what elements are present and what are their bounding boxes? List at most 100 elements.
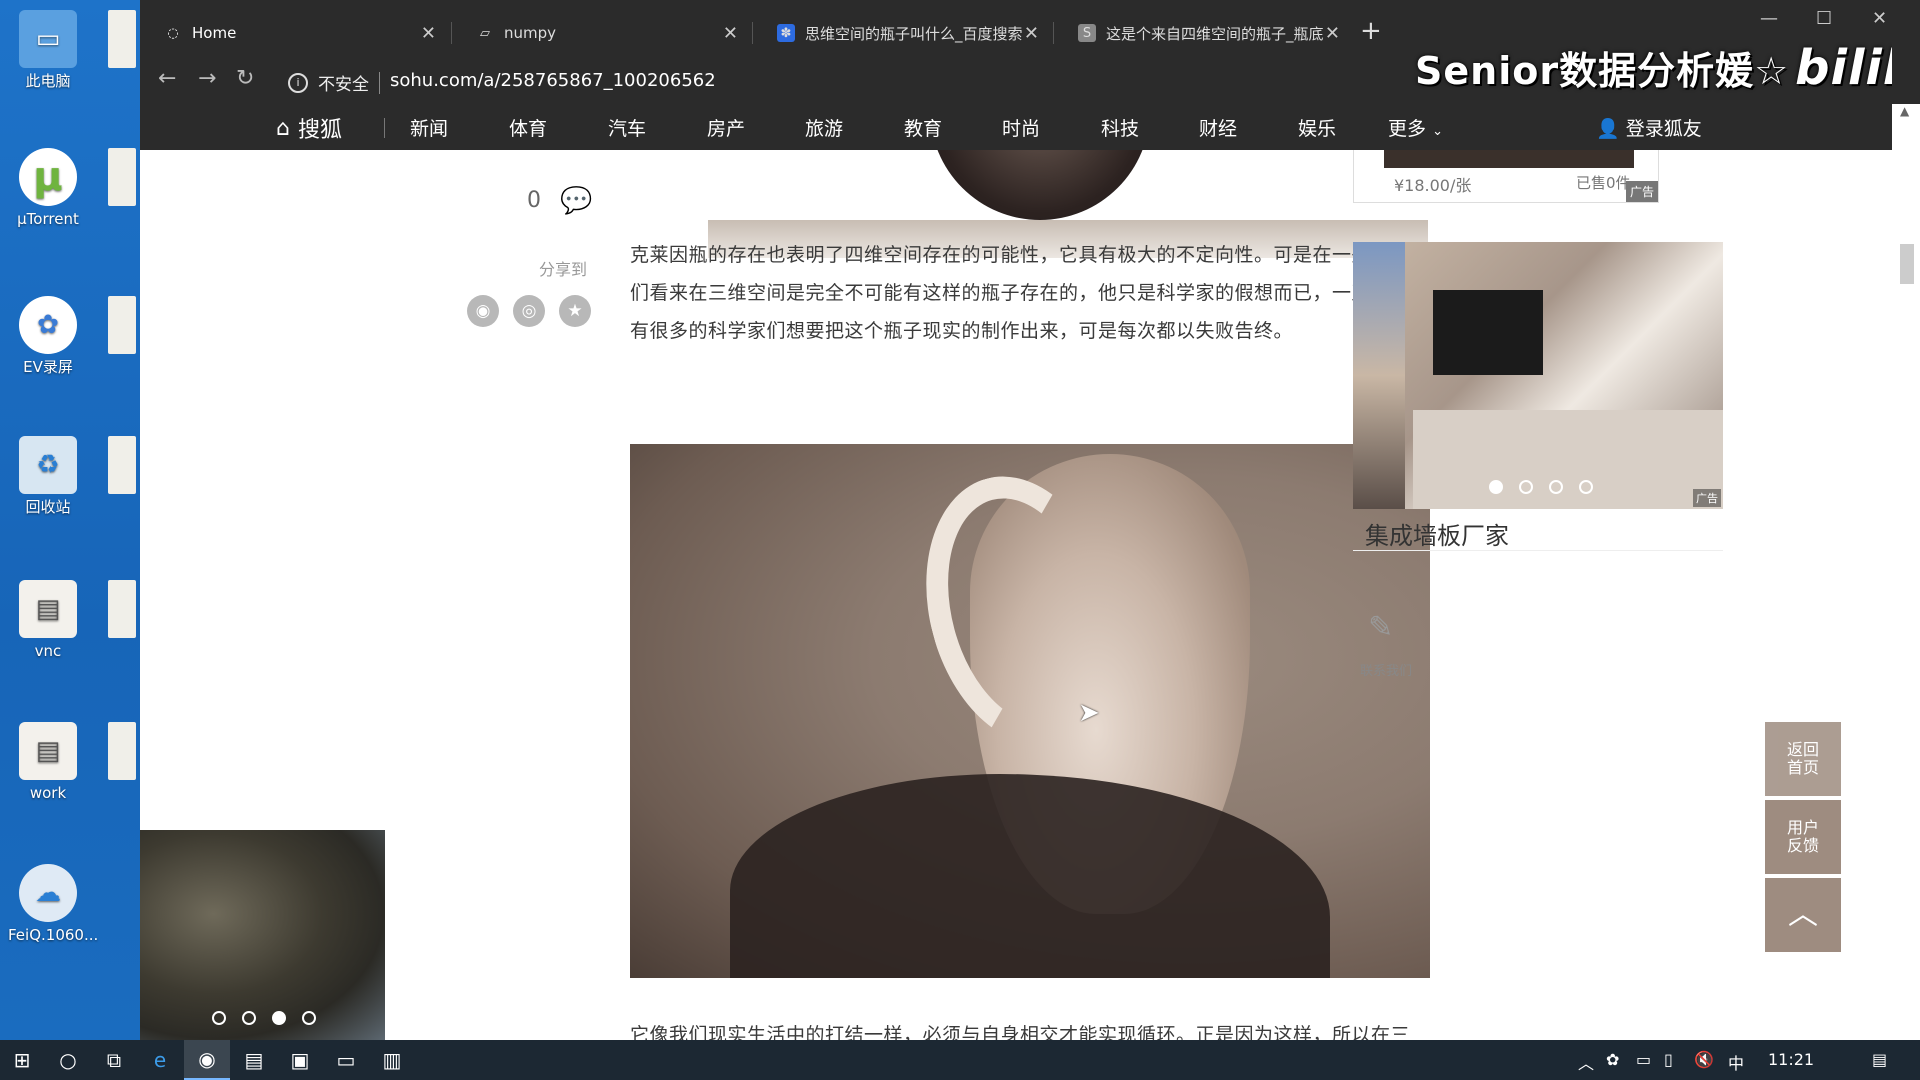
hand-shape xyxy=(730,774,1330,978)
desktop-icon-work[interactable]: ▤ work xyxy=(8,722,88,802)
sohu-logo[interactable]: ⌂ 搜狐 xyxy=(276,112,342,144)
loading-icon: ◌ xyxy=(167,25,179,41)
notification-icon[interactable]: ▤ xyxy=(1872,1050,1887,1069)
carousel-dot[interactable] xyxy=(1549,480,1563,494)
app-tray-icon[interactable]: ✿ xyxy=(1606,1050,1619,1069)
chevron-up-icon[interactable]: ︿ xyxy=(1578,1050,1594,1074)
feedback-button[interactable]: 用户 反馈 xyxy=(1765,800,1841,874)
carousel-dot[interactable] xyxy=(272,1011,286,1025)
close-window-icon[interactable]: ✕ xyxy=(1872,8,1887,29)
battery-icon[interactable]: ▭ xyxy=(1636,1050,1651,1069)
ad-product-card[interactable]: ¥18.00/张 已售0件 广告 xyxy=(1353,150,1659,203)
close-icon[interactable]: ✕ xyxy=(1325,23,1340,44)
login-button[interactable]: 👤 登录狐友 xyxy=(1596,114,1702,141)
weibo-share-icon[interactable]: ◉ xyxy=(467,295,499,327)
new-tab-button[interactable]: + xyxy=(1360,16,1382,46)
desktop-icon-recycle-bin[interactable]: ♻ 回收站 xyxy=(8,436,88,516)
close-icon[interactable]: ✕ xyxy=(1024,23,1039,44)
carousel-dot[interactable] xyxy=(1519,480,1533,494)
search-icon[interactable]: ○ xyxy=(46,1040,90,1080)
maximize-icon[interactable]: ☐ xyxy=(1816,8,1832,29)
desktop-icon-partial[interactable] xyxy=(100,436,140,498)
carousel-dot[interactable] xyxy=(302,1011,316,1025)
scroll-up-arrow-icon[interactable]: ▲ xyxy=(1900,104,1909,118)
desktop-icon-utorrent[interactable]: µ µTorrent xyxy=(8,148,88,228)
notepad-icon[interactable]: ▥ xyxy=(370,1040,414,1080)
tab-baidu-search[interactable]: ✽ 思维空间的瓶子叫什么_百度搜索 ✕ xyxy=(753,14,1053,52)
nav-item-fashion[interactable]: 时尚 xyxy=(1002,114,1040,141)
nav-item-house[interactable]: 房产 xyxy=(707,114,745,141)
tab-numpy[interactable]: ▱ numpy ✕ xyxy=(452,14,752,52)
windows-start-icon[interactable]: ⊞ xyxy=(0,1040,44,1080)
volume-mute-icon[interactable]: 🔇 xyxy=(1694,1050,1714,1069)
back-to-top-button[interactable]: ︿ xyxy=(1765,878,1841,952)
carousel-dot[interactable] xyxy=(1579,480,1593,494)
nav-item-sports[interactable]: 体育 xyxy=(509,114,547,141)
nav-item-education[interactable]: 教育 xyxy=(904,114,942,141)
nav-item-entertainment[interactable]: 娱乐 xyxy=(1298,114,1336,141)
tab-label: numpy xyxy=(504,24,557,42)
bilibili-logo: bilibili xyxy=(1795,40,1892,96)
desktop-icon-vnc[interactable]: ▤ vnc xyxy=(8,580,88,660)
desktop-icon-partial[interactable] xyxy=(100,722,140,784)
window-edge xyxy=(1892,0,1920,104)
nav-item-tech[interactable]: 科技 xyxy=(1101,114,1139,141)
carousel-dot[interactable] xyxy=(242,1011,256,1025)
minimize-icon[interactable]: — xyxy=(1760,8,1778,29)
share-label: 分享到 xyxy=(539,260,588,279)
close-icon[interactable]: ✕ xyxy=(421,23,436,44)
nav-item-travel[interactable]: 旅游 xyxy=(805,114,843,141)
edit-contact-icon[interactable]: ✎ xyxy=(1368,610,1393,645)
site-info-button[interactable]: i 不安全 xyxy=(288,70,390,95)
back-arrow-icon[interactable]: ← xyxy=(158,66,176,91)
desktop-icon-ev-recorder[interactable]: ✿ EV录屏 xyxy=(8,296,88,376)
desktop-icon-partial[interactable] xyxy=(100,296,140,358)
scrollbar-thumb[interactable] xyxy=(1900,244,1914,284)
carousel-dot[interactable] xyxy=(1489,480,1503,494)
tab-sohu-article[interactable]: S 这是个来自四维空间的瓶子_瓶底 ✕ xyxy=(1054,14,1354,52)
network-icon[interactable]: ▯ xyxy=(1664,1050,1673,1069)
desktop-icon-partial[interactable] xyxy=(100,10,140,72)
file-explorer-icon[interactable]: ▤ xyxy=(232,1040,276,1080)
nav-more-label: 更多 xyxy=(1388,118,1427,140)
edge-browser-icon[interactable]: e xyxy=(138,1040,182,1080)
nav-item-news[interactable]: 新闻 xyxy=(410,114,448,141)
nav-item-auto[interactable]: 汽车 xyxy=(608,114,646,141)
ad-caption[interactable]: 集成墙板厂家 xyxy=(1365,516,1509,551)
url-field[interactable]: sohu.com/a/258765867_100206562 xyxy=(390,70,716,91)
tab-home[interactable]: ◌ Home ✕ xyxy=(140,14,450,52)
desktop-icon-this-pc[interactable]: ▭ 此电脑 xyxy=(8,10,88,90)
home-icon: ⌂ xyxy=(276,115,290,141)
contact-us-link[interactable]: 联系我们 xyxy=(1360,660,1412,679)
comment-icon[interactable]: 💬 xyxy=(560,186,592,216)
ad-image-partial xyxy=(1384,150,1634,168)
wechat-share-icon[interactable]: ◎ xyxy=(513,295,545,327)
watermark-text: Senior数据分析媛☆ xyxy=(1415,49,1790,93)
file-icon xyxy=(108,10,136,68)
utorrent-icon: µ xyxy=(19,148,77,206)
forward-arrow-icon[interactable]: → xyxy=(198,66,216,91)
login-label: 登录狐友 xyxy=(1625,118,1702,140)
ad-price: ¥18.00/张 xyxy=(1394,176,1472,195)
ime-indicator[interactable]: 中 xyxy=(1728,1050,1744,1074)
zip-archive-icon: ▤ xyxy=(19,722,77,780)
video-thumbnail[interactable] xyxy=(140,830,385,1040)
app-icon[interactable]: ▣ xyxy=(278,1040,322,1080)
vertical-scrollbar[interactable]: ▲ xyxy=(1892,104,1920,1040)
clock[interactable]: 11:21 xyxy=(1768,1050,1814,1069)
close-icon[interactable]: ✕ xyxy=(723,23,738,44)
terminal-icon[interactable]: ▭ xyxy=(324,1040,368,1080)
desktop-icon-partial[interactable] xyxy=(100,580,140,642)
back-home-button[interactable]: 返回 首页 xyxy=(1765,722,1841,796)
desktop-icon-partial[interactable] xyxy=(100,148,140,210)
file-icon xyxy=(108,148,136,206)
nav-item-finance[interactable]: 财经 xyxy=(1199,114,1237,141)
ad-banner-image[interactable]: 广告 xyxy=(1353,242,1723,509)
task-view-icon[interactable]: ⧉ xyxy=(92,1040,136,1080)
desktop-icon-feiq[interactable]: ☁ FeiQ.1060... xyxy=(8,864,98,944)
chrome-icon[interactable]: ◉ xyxy=(184,1040,230,1080)
reload-icon[interactable]: ↻ xyxy=(236,66,254,91)
qzone-share-icon[interactable]: ★ xyxy=(559,295,591,327)
carousel-dot[interactable] xyxy=(212,1011,226,1025)
nav-item-more[interactable]: 更多 ⌄ xyxy=(1388,114,1443,141)
